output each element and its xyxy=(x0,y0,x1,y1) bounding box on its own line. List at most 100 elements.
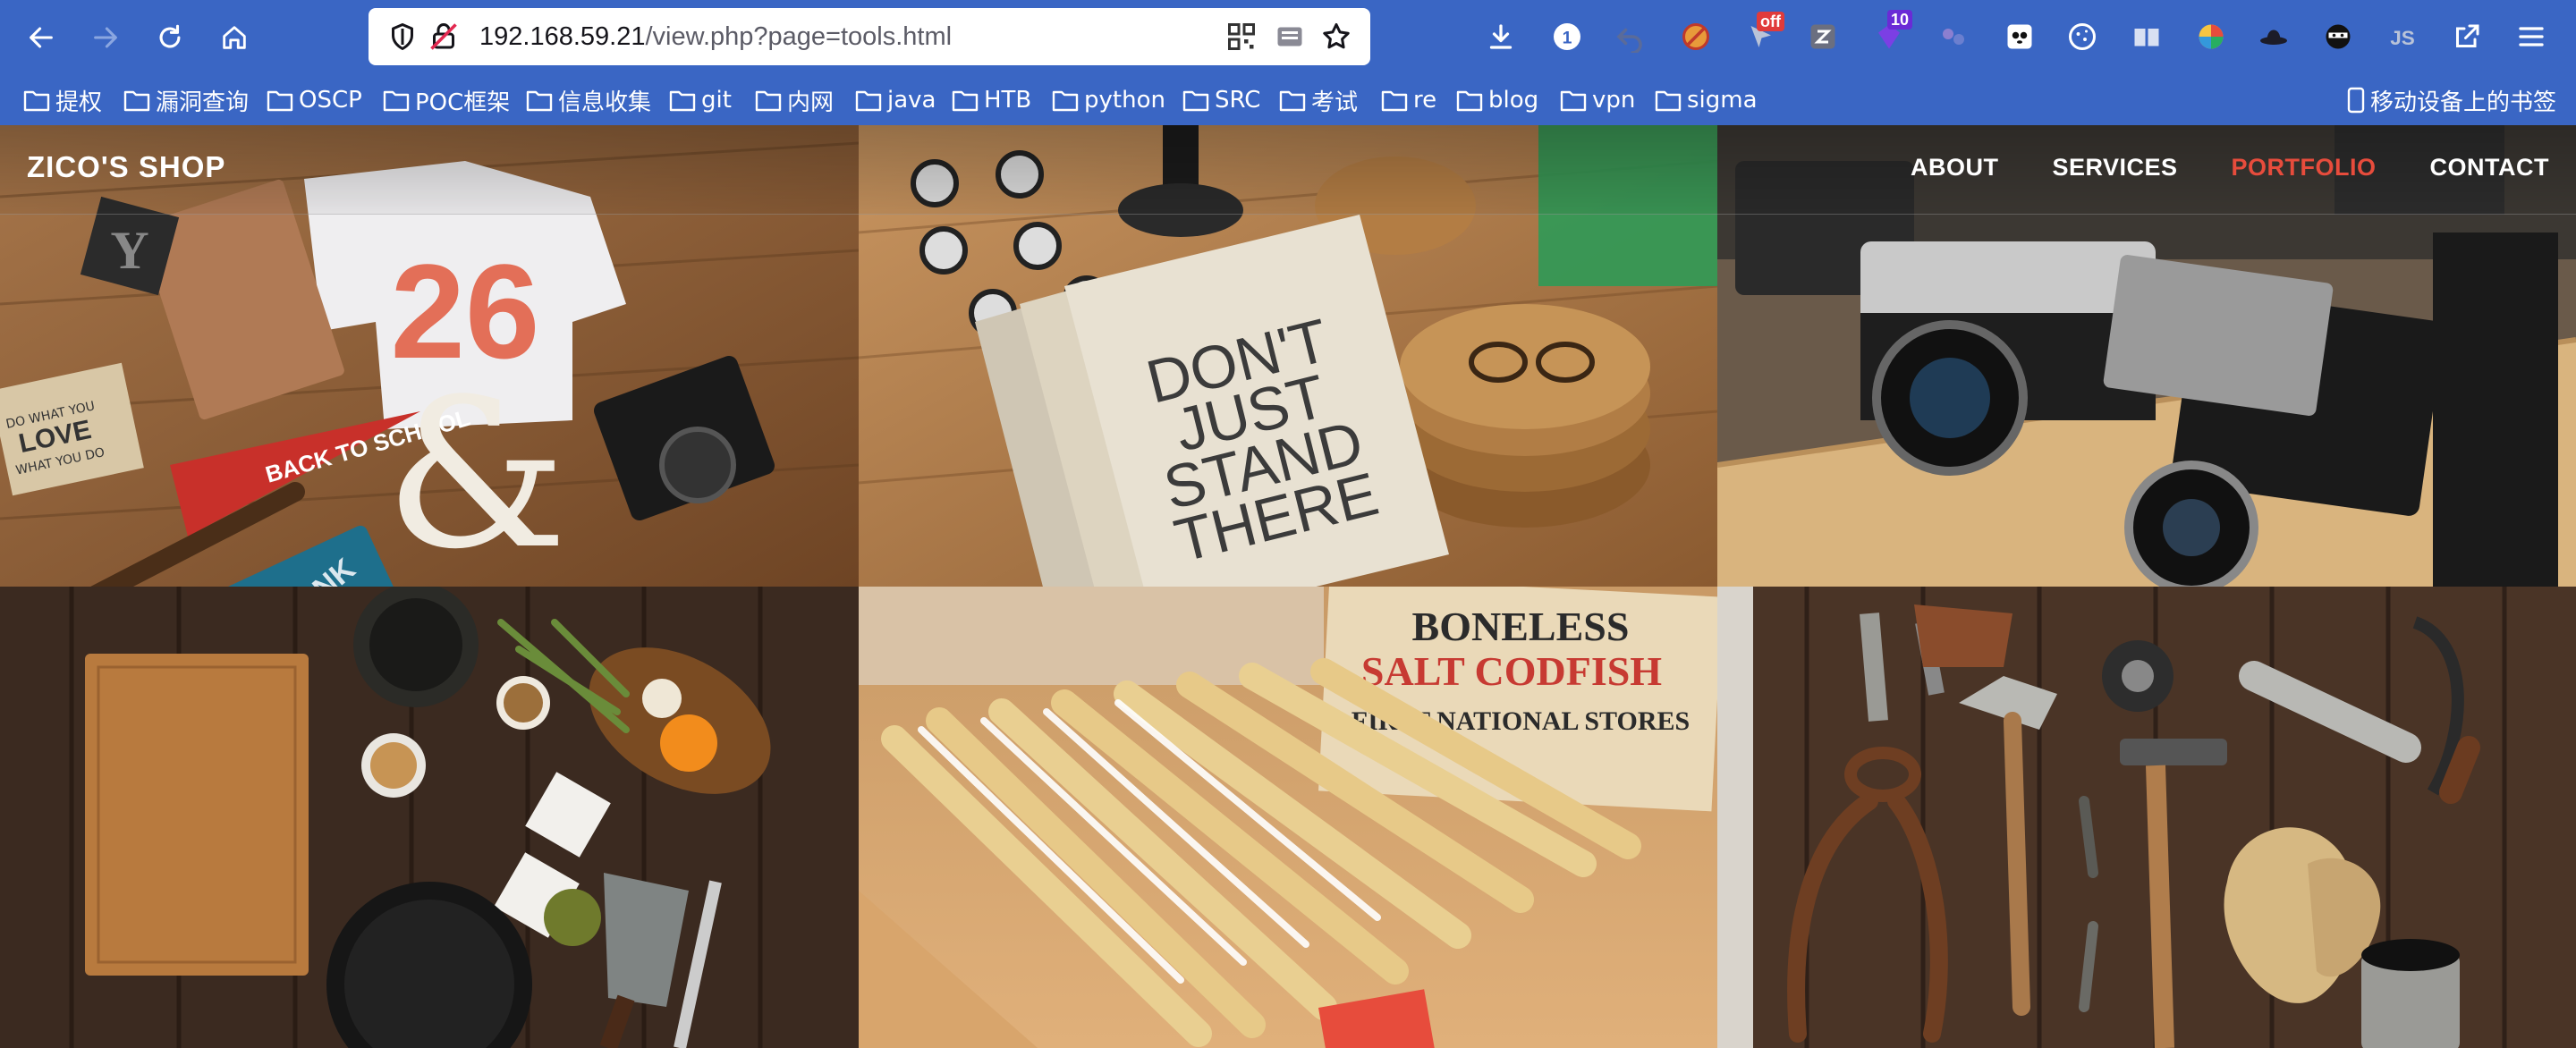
bookmark-label: sigma xyxy=(1687,87,1758,114)
shield-icon[interactable] xyxy=(386,21,419,53)
reload-button[interactable] xyxy=(148,16,191,59)
blocked-extension-icon xyxy=(1682,23,1709,50)
site-logo[interactable]: ZICO'S SHOP xyxy=(27,150,225,184)
nav-services[interactable]: SERVICES xyxy=(2052,154,2177,182)
bookmark-label: OSCP xyxy=(299,87,362,114)
folder-icon xyxy=(1052,90,1079,112)
folder-icon xyxy=(669,90,696,112)
portfolio-image-kitchen[interactable] xyxy=(0,587,859,1048)
nav-about[interactable]: ABOUT xyxy=(1911,154,1999,182)
portfolio-image-tools[interactable] xyxy=(1717,587,2576,1048)
back-button[interactable] xyxy=(20,16,63,59)
bookmark-label: blog xyxy=(1488,87,1539,114)
js-extension-icon: JS xyxy=(2390,27,2415,49)
downloads-button[interactable] xyxy=(1481,17,1521,56)
forward-button[interactable] xyxy=(84,16,127,59)
bookmark-folder[interactable]: vpn xyxy=(1560,82,1635,118)
url-host: 192.168.59.21 xyxy=(479,22,646,51)
book-extension-icon xyxy=(2134,29,2159,46)
folder-icon xyxy=(952,90,979,112)
app-menu-button[interactable] xyxy=(2512,17,2551,56)
bookmark-label: java xyxy=(887,87,936,114)
home-button[interactable] xyxy=(213,16,256,59)
color-picker-extension-button[interactable] xyxy=(2191,17,2231,56)
folder-icon xyxy=(1279,90,1306,112)
undo-extension-button[interactable] xyxy=(1610,17,1649,56)
folder-icon xyxy=(267,90,293,112)
bookmark-label: POC框架 xyxy=(415,89,511,116)
folder-icon xyxy=(755,90,782,112)
insecure-lock-icon[interactable] xyxy=(428,21,460,53)
panda-extension-button[interactable] xyxy=(2000,17,2039,56)
gem-extension-button[interactable]: 10 xyxy=(1869,10,1913,56)
mobile-bookmarks[interactable]: 移动设备上的书签 xyxy=(2347,82,2556,118)
bookmark-folder[interactable]: POC框架 xyxy=(383,82,510,118)
bookmarks-toolbar: 提权 漏洞查询 OSCP POC框架 信息收集 git 内网 java HTB … xyxy=(0,75,2576,125)
portfolio-image-rulers[interactable]: BONELESS SALT CODFISH FIRST NATIONAL STO… xyxy=(859,587,1717,1048)
qr-code-icon[interactable] xyxy=(1225,21,1258,53)
share-extension-button[interactable] xyxy=(2447,17,2487,56)
proxy-off-badge: off xyxy=(1757,12,1784,31)
bookmark-folder[interactable]: 漏洞查询 xyxy=(123,82,249,118)
blocked-extension-button[interactable] xyxy=(1676,17,1716,56)
js-extension-button[interactable]: JS xyxy=(2383,17,2422,56)
url-path: /view.php?page=tools.html xyxy=(645,22,953,51)
z-extension-button[interactable] xyxy=(1803,17,1843,56)
web-page: 26 DO WHAT YOU LOVE WHAT YOU DO BACK TO … xyxy=(0,125,2576,1048)
folder-icon xyxy=(23,90,50,112)
tools-photo xyxy=(1717,587,2576,1048)
cookie-extension-button[interactable] xyxy=(2063,17,2102,56)
bookmark-label: 提权 xyxy=(55,89,103,116)
share-extension-icon xyxy=(2456,24,2479,47)
panda-extension-icon xyxy=(2007,24,2032,49)
book-extension-button[interactable] xyxy=(2127,17,2166,56)
bookmark-label: 内网 xyxy=(787,89,835,116)
folder-icon xyxy=(383,90,410,112)
bookmark-folder[interactable]: python xyxy=(1052,82,1165,118)
ninja-extension-button[interactable] xyxy=(2318,17,2358,56)
svg-text:&: & xyxy=(385,356,568,587)
download-icon xyxy=(1489,24,1513,49)
rulers-photo: BONELESS SALT CODFISH FIRST NATIONAL STO… xyxy=(859,587,1717,1048)
bookmark-label: 信息收集 xyxy=(558,89,652,116)
folder-icon xyxy=(526,90,553,112)
bookmark-folder[interactable]: blog xyxy=(1456,82,1538,118)
bookmark-folder[interactable]: 提权 xyxy=(23,82,102,118)
menu-icon xyxy=(2519,27,2544,46)
gem-count-badge: 10 xyxy=(1887,10,1913,30)
hat-extension-button[interactable] xyxy=(2254,17,2293,56)
bookmark-folder[interactable]: git xyxy=(669,82,732,118)
bookmark-folder[interactable]: SRC xyxy=(1182,82,1260,118)
bookmark-folder[interactable]: 考试 xyxy=(1279,82,1358,118)
bookmark-folder[interactable]: java xyxy=(855,82,936,118)
bookmark-folder[interactable]: 信息收集 xyxy=(526,82,651,118)
svg-text:JS: JS xyxy=(2390,27,2415,49)
site-nav: ABOUT SERVICES PORTFOLIO CONTACT xyxy=(1911,154,2549,182)
bookmark-folder[interactable]: 内网 xyxy=(755,82,834,118)
bookmark-label: 考试 xyxy=(1311,89,1359,116)
bookmark-folder[interactable]: HTB xyxy=(952,82,1031,118)
url-text[interactable]: 192.168.59.21/view.php?page=tools.html xyxy=(479,8,952,65)
proxy-extension-button[interactable]: off xyxy=(1741,12,1784,56)
bookmark-star-icon[interactable] xyxy=(1320,21,1352,53)
bookmark-label: SRC xyxy=(1215,87,1261,114)
bookmark-folder[interactable]: re xyxy=(1381,82,1436,118)
folder-icon xyxy=(1560,90,1587,112)
bookmark-folder[interactable]: OSCP xyxy=(267,82,362,118)
box-line-2: SALT CODFISH xyxy=(1361,648,1662,694)
mobile-bookmarks-label: 移动设备上的书签 xyxy=(2369,89,2556,116)
reload-icon xyxy=(159,24,181,48)
extension-1-button[interactable]: 1 xyxy=(1547,17,1587,56)
site-header: ZICO'S SHOP ABOUT SERVICES PORTFOLIO CON… xyxy=(0,125,2576,215)
browser-chrome: 192.168.59.21/view.php?page=tools.html 1… xyxy=(0,0,2576,125)
ninja-extension-icon xyxy=(2326,24,2351,49)
bookmark-folder[interactable]: sigma xyxy=(1655,82,1758,118)
bookmark-label: python xyxy=(1084,87,1165,114)
color-picker-extension-icon xyxy=(2199,24,2224,49)
dots-extension-button[interactable] xyxy=(1934,17,1973,56)
address-bar[interactable]: 192.168.59.21/view.php?page=tools.html xyxy=(369,8,1370,65)
bookmark-label: HTB xyxy=(984,87,1032,114)
nav-portfolio[interactable]: PORTFOLIO xyxy=(2232,154,2377,182)
nav-contact[interactable]: CONTACT xyxy=(2430,154,2549,182)
reader-icon[interactable] xyxy=(1274,21,1306,53)
